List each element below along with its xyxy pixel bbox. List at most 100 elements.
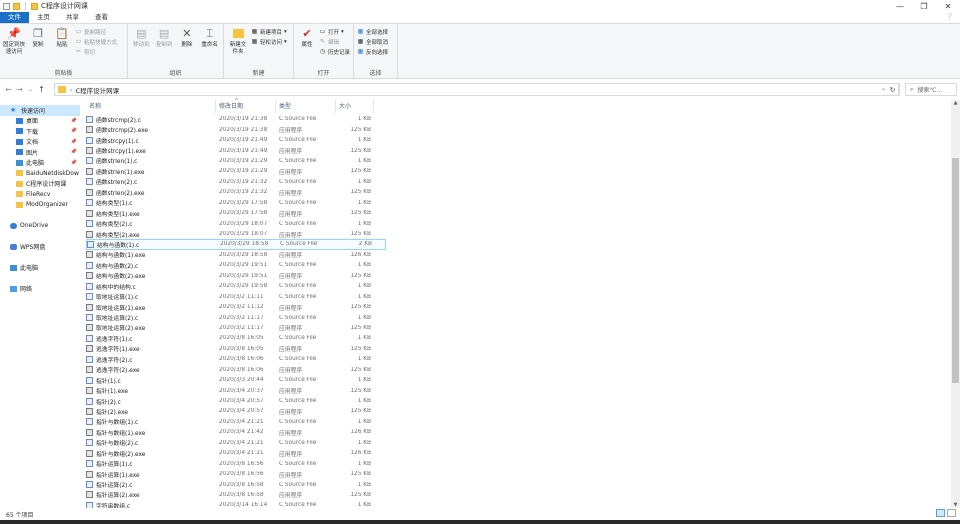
tab-file[interactable]: 文件 (0, 12, 29, 23)
table-row[interactable]: 结构与函数(1).exe 2020/3/29 18:58 应用程序 126 KB (86, 250, 386, 260)
table-row[interactable]: 逃逸字符(1).c 2020/3/8 16:05 C Source File 1 KB (86, 333, 386, 343)
column-header-size[interactable]: 大小 (336, 100, 374, 113)
search-input[interactable]: ⌕ 搜索"C... (905, 83, 957, 96)
table-row[interactable]: 指针运算(2).c 2020/3/8 16:58 C Source File 1 KB (86, 479, 386, 489)
sidebar-item[interactable]: ModOrganizer (0, 200, 80, 211)
table-row[interactable]: 结构与函数(2).exe 2020/3/29 19:51 应用程序 125 KB (86, 271, 386, 281)
table-row[interactable]: 字符串数组.c 2020/3/14 16:14 C Source File 1 KB (86, 500, 386, 508)
file-date: 2020/3/4 21:21 (219, 439, 264, 446)
sidebar-item[interactable]: BaiduNetdiskDow (0, 168, 80, 179)
forward-arrow-icon[interactable]: → (14, 85, 25, 94)
table-row[interactable]: 函数strlen(2).c 2020/3/19 21:32 C Source Fil… (86, 177, 386, 187)
vertical-scrollbar[interactable]: ▲ ▼ (951, 100, 960, 508)
close-button[interactable]: ✕ (936, 0, 960, 12)
table-row[interactable]: 函数strcpy(1).exe 2020/3/19 21:49 应用程序 125 KB (86, 145, 386, 155)
breadcrumb-current[interactable]: C程序设计网课 (76, 85, 120, 95)
select-all-button[interactable]: ▦ 全部选择 (357, 27, 388, 36)
tab-home[interactable]: 主页 (29, 12, 58, 23)
sidebar-item[interactable]: 图片 📌 (0, 147, 80, 158)
file-name-cell: 指针运算(2).exe (86, 490, 219, 499)
new-item-button[interactable]: ▦ 新建项目 ▾ (251, 27, 287, 36)
table-row[interactable]: 指针与数组(2).exe 2020/3/4 21:21 应用程序 126 KB (86, 448, 386, 458)
table-row[interactable]: 指针与数组(2).c 2020/3/4 21:21 C Source File 1 K… (86, 438, 386, 448)
table-row[interactable]: 指针(1).exe 2020/3/4 20:37 应用程序 125 KB (86, 385, 386, 395)
table-row[interactable]: 指针运算(1).exe 2020/3/8 16:56 应用程序 125 KB (86, 469, 386, 479)
recent-chevron-icon[interactable]: ⌄ (25, 86, 36, 93)
table-row[interactable]: 函数strcpy(1).c 2020/3/19 21:49 C Source Fil… (86, 135, 386, 145)
easy-access-button[interactable]: ▦ 轻松访问 ▾ (251, 37, 287, 46)
folder-icon[interactable] (13, 2, 20, 10)
sidebar-item[interactable]: 桌面 📌 (0, 116, 80, 127)
table-row[interactable]: 逃逸字符(1).exe 2020/3/8 16:05 应用程序 125 KB (86, 344, 386, 354)
table-row[interactable]: 指针(2).c 2020/3/4 20:57 C Source File 1 KB (86, 396, 386, 406)
column-header-type[interactable]: 类型 (276, 100, 336, 113)
minimize-button[interactable]: — (888, 0, 912, 12)
table-row[interactable]: 函数strcmp(2).exe 2020/3/19 21:38 应用程序 125 KB (86, 124, 386, 134)
scrollbar-thumb[interactable] (952, 158, 959, 383)
breadcrumb-separator-icon[interactable]: › (70, 86, 73, 94)
tab-view[interactable]: 查看 (87, 12, 116, 23)
table-row[interactable]: 函数strcmp(2).c 2020/3/19 21:38 C Source Fil… (86, 114, 386, 124)
sidebar-item[interactable]: 此电脑 📌 (0, 158, 80, 169)
file-date: 2020/3/4 21:42 (219, 429, 264, 436)
table-row[interactable]: 取地址运算(1).exe 2020/3/2 11:12 应用程序 125 KB (86, 302, 386, 312)
table-row[interactable]: 取地址运算(1).c 2020/3/2 11:11 C Source File 1 K… (86, 291, 386, 301)
select-all-icon: ▦ (357, 28, 364, 35)
sidebar-item[interactable]: 下载 📌 (0, 126, 80, 137)
refresh-button[interactable]: ↻ (886, 83, 900, 96)
table-row[interactable]: 函数strlen(1).c 2020/3/19 21:29 C Source Fil… (86, 156, 386, 166)
table-row[interactable]: 指针与数组(1).exe 2020/3/4 21:42 应用程序 126 KB (86, 427, 386, 437)
table-row[interactable]: 取地址运算(2).c 2020/3/2 11:17 C Source File 1 K… (86, 312, 386, 322)
table-row[interactable]: 指针运算(1).c 2020/3/8 16:56 C Source File 1 KB (86, 458, 386, 468)
table-row[interactable]: 结构与函数(1).c 2020/3/29 18:58 C Source File 2 … (86, 239, 386, 250)
tab-share[interactable]: 共享 (58, 12, 87, 23)
table-row[interactable]: 结构类型(1).exe 2020/3/29 17:58 应用程序 125 KB (86, 208, 386, 218)
scroll-up-icon[interactable]: ▲ (951, 100, 960, 106)
sidebar-item[interactable]: FileRecv (0, 189, 80, 200)
table-row[interactable]: 结构类型(1).c 2020/3/29 17:58 C Source File 1 K… (86, 198, 386, 208)
invert-selection-button[interactable]: ▦ 反向选择 (357, 47, 388, 56)
table-row[interactable]: 函数strlen(2).exe 2020/3/19 21:32 应用程序 125 KB (86, 187, 386, 197)
table-row[interactable]: 逃逸字符(2).exe 2020/3/8 16:06 应用程序 125 KB (86, 365, 386, 375)
back-arrow-icon[interactable]: ← (3, 85, 14, 94)
table-row[interactable]: 指针运算(2).exe 2020/3/8 16:58 应用程序 125 KB (86, 490, 386, 500)
table-row[interactable]: 结构类型(2).c 2020/3/29 18:07 C Source File 1 K… (86, 218, 386, 228)
save-icon[interactable] (3, 2, 10, 10)
sidebar-item[interactable]: 此电脑 (0, 263, 80, 274)
open-label: 打开 (327, 29, 339, 36)
details-view-icon[interactable] (936, 509, 945, 517)
sidebar-item[interactable]: 网络 (0, 284, 80, 295)
invert-selection-label: 反向选择 (366, 49, 389, 56)
help-icon[interactable]: ❔ (945, 13, 954, 21)
computer-icon (16, 159, 23, 166)
column-header-date[interactable]: 修改日期 (216, 100, 276, 113)
table-row[interactable]: 结构中的结构.c 2020/3/29 19:58 C Source File 1 KB (86, 281, 386, 291)
table-row[interactable]: 取地址运算(2).exe 2020/3/2 11:17 应用程序 125 KB (86, 323, 386, 333)
sidebar-item[interactable]: OneDrive (0, 221, 80, 232)
history-button[interactable]: ◷ 历史记录 (319, 47, 350, 56)
table-row[interactable]: 指针(2).exe 2020/3/4 20:57 应用程序 125 KB (86, 406, 386, 416)
maximize-button[interactable]: ❐ (912, 0, 936, 12)
table-row[interactable]: 函数strlen(1).exe 2020/3/19 21:29 应用程序 125 KB (86, 166, 386, 176)
column-header-name[interactable]: 名称 (86, 100, 216, 113)
cut-button[interactable]: ✂ 剪切 (75, 47, 117, 56)
sidebar-item[interactable]: C程序设计网课 (0, 179, 80, 190)
table-row[interactable]: 逃逸字符(2).c 2020/3/8 16:06 C Source File 1 KB (86, 354, 386, 364)
edit-button[interactable]: ✎ 编辑 (319, 37, 350, 46)
table-row[interactable]: 指针(1).c 2020/3/3 20:44 C Source File 1 KB (86, 375, 386, 385)
file-name: 指针运算(1).c (96, 462, 133, 469)
large-icons-view-icon[interactable] (947, 509, 956, 517)
address-bar[interactable]: › C程序设计网课 ⌄ (54, 83, 899, 96)
sidebar-item[interactable]: ★ 快速访问 (0, 105, 80, 116)
table-row[interactable]: 指针与数组(1).c 2020/3/4 21:21 C Source File 1 K… (86, 417, 386, 427)
select-none-button[interactable]: ▦ 全部取消 (357, 37, 388, 46)
sidebar-item[interactable]: WPS网盘 (0, 242, 80, 253)
sidebar-item[interactable]: 文档 📌 (0, 137, 80, 148)
table-row[interactable]: 结构与函数(2).c 2020/3/29 19:51 C Source File 1 … (86, 260, 386, 270)
paste-shortcut-button[interactable]: ▭ 粘贴快捷方式 (75, 37, 117, 46)
open-button[interactable]: ▭ 打开 ▾ (319, 27, 350, 36)
up-arrow-icon[interactable]: ↑ (36, 85, 47, 94)
file-name-cell: 指针与数组(2).c (86, 438, 219, 447)
copy-path-button[interactable]: ▭ 复制路径 (75, 27, 117, 36)
table-row[interactable]: 结构类型(2).exe 2020/3/29 18:07 应用程序 125 KB (86, 229, 386, 239)
